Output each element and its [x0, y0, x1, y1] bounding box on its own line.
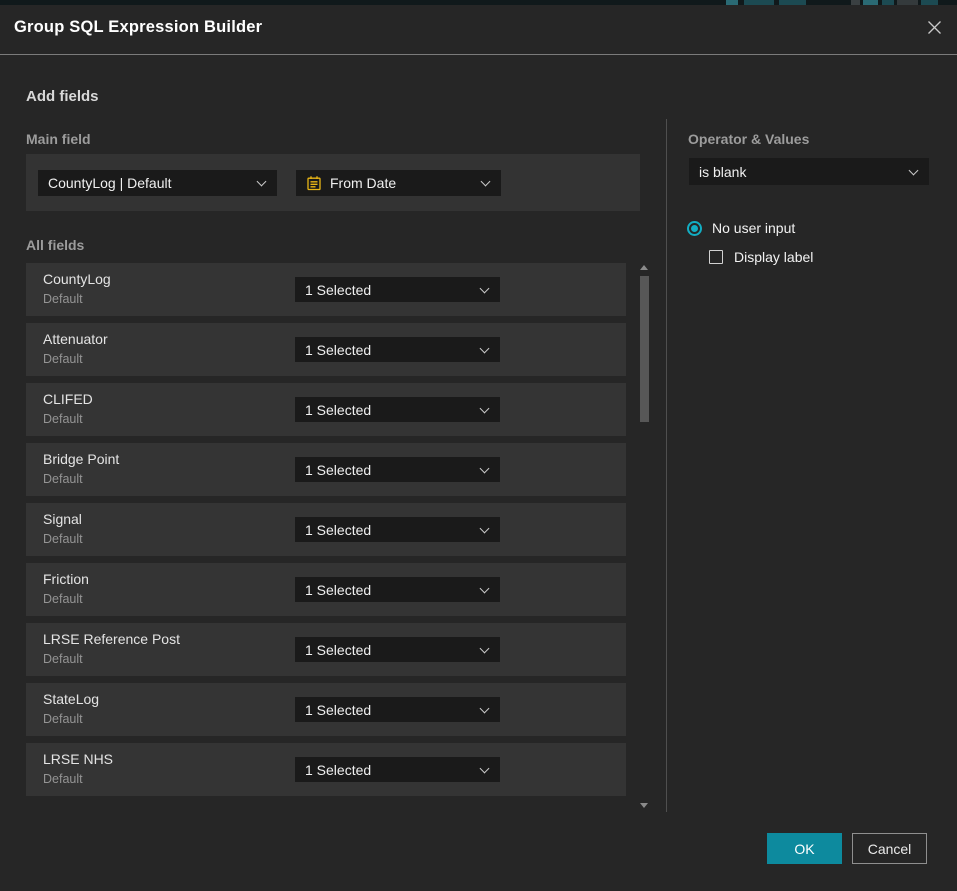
radio-selected-icon[interactable]: [687, 221, 702, 236]
field-selected-dropdown-label: 1 Selected: [305, 762, 371, 778]
main-field-layer-dropdown-value: CountyLog | Default: [48, 175, 172, 191]
chevron-down-icon: [481, 177, 491, 187]
group-sql-expression-builder-dialog: Group SQL Expression Builder Add fields …: [0, 5, 957, 891]
field-selected-dropdown[interactable]: 1 Selected: [295, 277, 500, 302]
chevron-down-icon: [480, 403, 490, 413]
field-subtitle: Default: [43, 592, 83, 606]
main-field-field-dropdown-value: From Date: [330, 175, 396, 191]
field-selected-dropdown[interactable]: 1 Selected: [295, 577, 500, 602]
field-row: Bridge Point Default 1 Selected: [26, 443, 626, 496]
field-name: Friction: [43, 571, 89, 587]
display-label-checkbox-row[interactable]: Display label: [709, 249, 813, 265]
field-selected-dropdown-label: 1 Selected: [305, 642, 371, 658]
chevron-down-icon: [257, 177, 267, 187]
display-label-label: Display label: [734, 249, 813, 265]
field-row: CountyLog Default 1 Selected: [26, 263, 626, 316]
chevron-down-icon: [909, 165, 919, 175]
field-selected-dropdown[interactable]: 1 Selected: [295, 757, 500, 782]
ok-button[interactable]: OK: [767, 833, 842, 864]
field-subtitle: Default: [43, 532, 83, 546]
all-fields-label: All fields: [26, 237, 84, 253]
field-row: CLIFED Default 1 Selected: [26, 383, 626, 436]
field-selected-dropdown[interactable]: 1 Selected: [295, 517, 500, 542]
field-selected-dropdown-label: 1 Selected: [305, 582, 371, 598]
field-row: LRSE Reference Post Default 1 Selected: [26, 623, 626, 676]
screen: Group SQL Expression Builder Add fields …: [0, 0, 957, 891]
field-selected-dropdown[interactable]: 1 Selected: [295, 337, 500, 362]
close-button[interactable]: [923, 16, 945, 38]
field-row: StateLog Default 1 Selected: [26, 683, 626, 736]
dialog-titlebar: Group SQL Expression Builder: [0, 5, 957, 55]
no-user-input-label: No user input: [712, 220, 795, 236]
field-name: LRSE Reference Post: [43, 631, 180, 647]
field-subtitle: Default: [43, 292, 83, 306]
field-row: LRSE NHS Default 1 Selected: [26, 743, 626, 796]
field-name: Bridge Point: [43, 451, 119, 467]
chevron-down-icon: [480, 643, 490, 653]
dialog-title: Group SQL Expression Builder: [14, 18, 262, 37]
operator-dropdown[interactable]: is blank: [689, 158, 929, 185]
field-subtitle: Default: [43, 352, 83, 366]
field-selected-dropdown-label: 1 Selected: [305, 402, 371, 418]
field-selected-dropdown[interactable]: 1 Selected: [295, 397, 500, 422]
main-field-label: Main field: [26, 131, 91, 147]
field-selected-dropdown-label: 1 Selected: [305, 702, 371, 718]
field-selected-dropdown-label: 1 Selected: [305, 462, 371, 478]
operator-values-label: Operator & Values: [688, 131, 809, 147]
field-row: Friction Default 1 Selected: [26, 563, 626, 616]
field-selected-dropdown[interactable]: 1 Selected: [295, 697, 500, 722]
chevron-down-icon: [480, 763, 490, 773]
field-subtitle: Default: [43, 712, 83, 726]
field-selected-dropdown[interactable]: 1 Selected: [295, 637, 500, 662]
vertical-divider: [666, 119, 667, 812]
field-name: CountyLog: [43, 271, 111, 287]
main-field-field-dropdown[interactable]: From Date: [296, 170, 501, 196]
add-fields-heading: Add fields: [26, 88, 99, 105]
checkbox-unchecked-icon[interactable]: [709, 250, 723, 264]
radio-dot: [691, 225, 698, 232]
field-selected-dropdown-label: 1 Selected: [305, 522, 371, 538]
field-subtitle: Default: [43, 772, 83, 786]
x-close-icon: [926, 19, 943, 36]
date-field-icon: [306, 175, 322, 191]
field-selected-dropdown[interactable]: 1 Selected: [295, 457, 500, 482]
chevron-down-icon: [480, 343, 490, 353]
field-row: Attenuator Default 1 Selected: [26, 323, 626, 376]
field-name: Signal: [43, 511, 82, 527]
operator-dropdown-value: is blank: [699, 164, 746, 180]
field-name: LRSE NHS: [43, 751, 113, 767]
field-subtitle: Default: [43, 412, 83, 426]
scrollbar-down-arrow-icon[interactable]: [640, 803, 648, 808]
all-fields-scrollbar[interactable]: [639, 263, 650, 810]
field-selected-dropdown-label: 1 Selected: [305, 342, 371, 358]
field-name: StateLog: [43, 691, 99, 707]
field-subtitle: Default: [43, 472, 83, 486]
field-subtitle: Default: [43, 652, 83, 666]
field-row: Signal Default 1 Selected: [26, 503, 626, 556]
chevron-down-icon: [480, 703, 490, 713]
scrollbar-thumb[interactable]: [640, 276, 649, 422]
chevron-down-icon: [480, 463, 490, 473]
main-field-layer-dropdown[interactable]: CountyLog | Default: [38, 170, 277, 196]
no-user-input-radio-row[interactable]: No user input: [687, 220, 795, 236]
field-selected-dropdown-label: 1 Selected: [305, 282, 371, 298]
chevron-down-icon: [480, 583, 490, 593]
cancel-button[interactable]: Cancel: [852, 833, 927, 864]
field-name: Attenuator: [43, 331, 108, 347]
chevron-down-icon: [480, 523, 490, 533]
all-fields-list: CountyLog Default 1 Selected Attenuator …: [26, 263, 626, 803]
field-name: CLIFED: [43, 391, 93, 407]
chevron-down-icon: [480, 283, 490, 293]
scrollbar-up-arrow-icon[interactable]: [640, 265, 648, 270]
main-field-panel: CountyLog | Default From Date: [26, 154, 640, 211]
